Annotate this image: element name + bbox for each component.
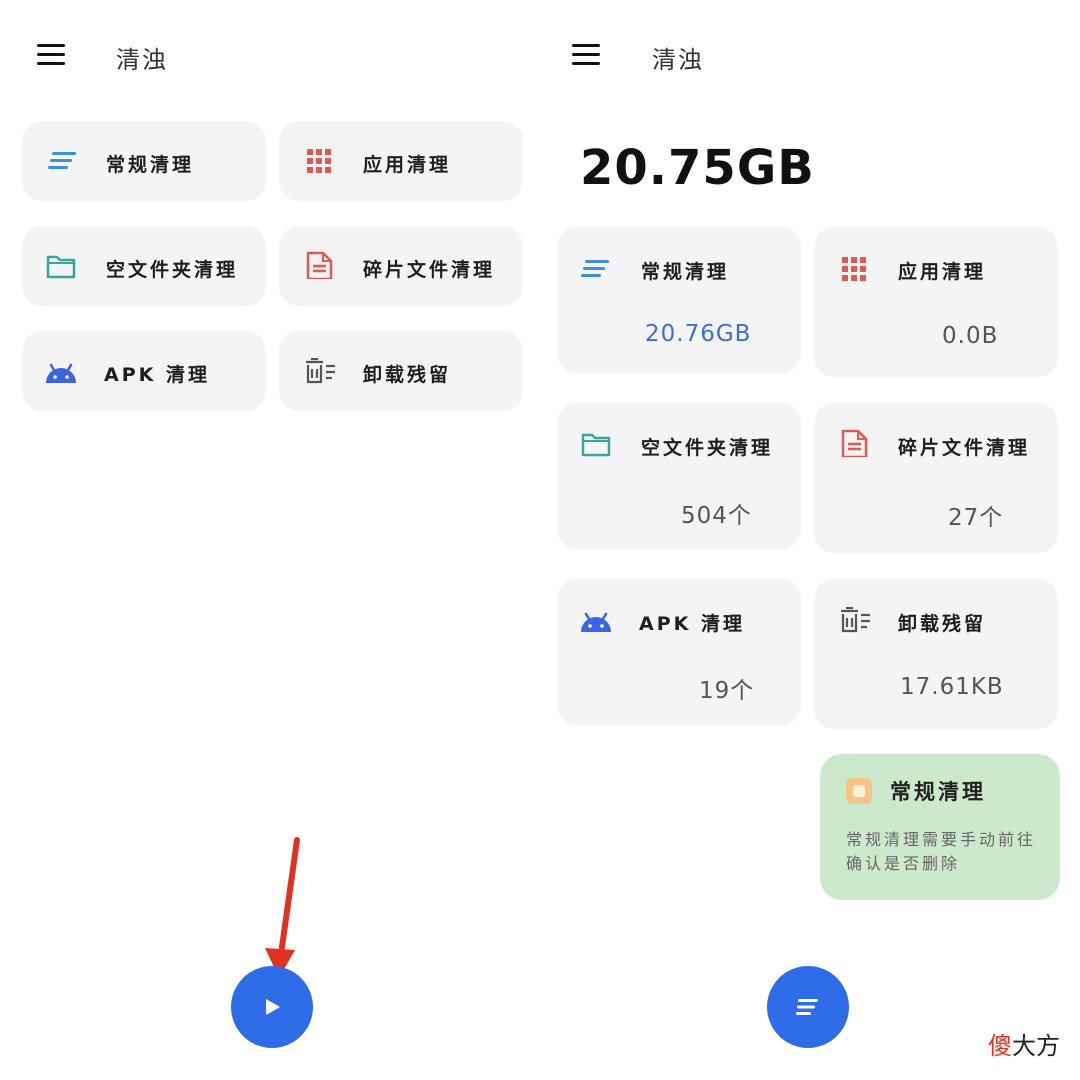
menu-icon[interactable] xyxy=(37,44,65,66)
card-app-clean[interactable]: 应用清理 xyxy=(279,121,523,201)
uninstall-residue-icon xyxy=(841,607,870,633)
app-title: 清浊 xyxy=(652,46,704,74)
document-icon xyxy=(841,429,868,457)
card-uninstall-residue[interactable]: 卸载残留 17.61KB xyxy=(814,579,1058,729)
total-size: 20.75GB xyxy=(580,140,815,196)
play-icon xyxy=(266,999,280,1015)
card-label: APK 清理 xyxy=(104,364,210,386)
lines-icon xyxy=(581,260,609,277)
card-label: 碎片文件清理 xyxy=(363,259,496,281)
left-screen: 清浊 常规清理 应用清理 空文件夹清理 碎片文件清理 APK 清理 卸载残留 xyxy=(0,0,540,1080)
card-label: 空文件夹清理 xyxy=(641,437,774,459)
lines-icon xyxy=(48,152,76,169)
card-label: 常规清理 xyxy=(641,261,730,283)
notice-card[interactable]: 常规清理 常规清理需要手动前往确认是否删除 xyxy=(820,754,1060,900)
card-apk-clean[interactable]: APK 清理 xyxy=(22,331,266,411)
card-fragment-file-clean[interactable]: 碎片文件清理 xyxy=(279,226,523,306)
card-value: 17.61KB xyxy=(900,674,1004,700)
android-icon xyxy=(46,363,76,383)
watermark-black-part: 大方 xyxy=(1012,1032,1060,1060)
start-scan-button[interactable] xyxy=(231,966,313,1048)
card-label: 碎片文件清理 xyxy=(898,437,1031,459)
card-apk-clean[interactable]: APK 清理 19个 xyxy=(557,579,801,725)
uninstall-residue-icon xyxy=(306,358,335,384)
card-value: 19个 xyxy=(699,678,755,704)
card-label: 空文件夹清理 xyxy=(106,259,239,281)
folder-icon xyxy=(581,433,611,457)
grid-icon xyxy=(307,149,331,173)
card-fragment-file-clean[interactable]: 碎片文件清理 27个 xyxy=(814,403,1058,553)
watermark: 傻大方 xyxy=(988,1026,1060,1061)
notice-app-icon xyxy=(846,778,872,804)
card-label: 卸载残留 xyxy=(363,364,452,386)
clean-button[interactable] xyxy=(767,966,849,1048)
card-label: 应用清理 xyxy=(898,261,987,283)
grid-icon xyxy=(842,257,866,281)
card-empty-folder-clean[interactable]: 空文件夹清理 xyxy=(22,226,266,306)
right-screen: 清浊 20.75GB 常规清理 20.76GB 应用清理 0.0B 空文件夹清理 xyxy=(540,0,1080,1080)
folder-icon xyxy=(46,255,76,279)
card-empty-folder-clean[interactable]: 空文件夹清理 504个 xyxy=(557,403,801,549)
card-general-clean[interactable]: 常规清理 20.76GB xyxy=(557,227,801,373)
card-general-clean[interactable]: 常规清理 xyxy=(22,121,266,201)
card-value: 27个 xyxy=(948,505,1004,531)
menu-icon[interactable] xyxy=(572,44,600,66)
card-value: 20.76GB xyxy=(645,321,752,347)
annotation-arrow xyxy=(265,837,300,978)
card-label: 卸载残留 xyxy=(898,613,987,635)
android-icon xyxy=(581,612,611,632)
card-uninstall-residue[interactable]: 卸载残留 xyxy=(279,331,523,411)
card-label: 应用清理 xyxy=(363,154,452,176)
app-title: 清浊 xyxy=(116,46,168,74)
document-icon xyxy=(306,251,333,279)
lines-icon xyxy=(796,999,818,1015)
card-value: 504个 xyxy=(681,503,752,529)
watermark-red-part: 傻 xyxy=(988,1032,1012,1060)
notice-text: 常规清理需要手动前往确认是否删除 xyxy=(846,830,1037,873)
card-app-clean[interactable]: 应用清理 0.0B xyxy=(814,227,1058,377)
card-value: 0.0B xyxy=(942,323,999,349)
card-label: APK 清理 xyxy=(639,613,745,635)
notice-title: 常规清理 xyxy=(890,780,986,804)
card-label: 常规清理 xyxy=(106,154,195,176)
